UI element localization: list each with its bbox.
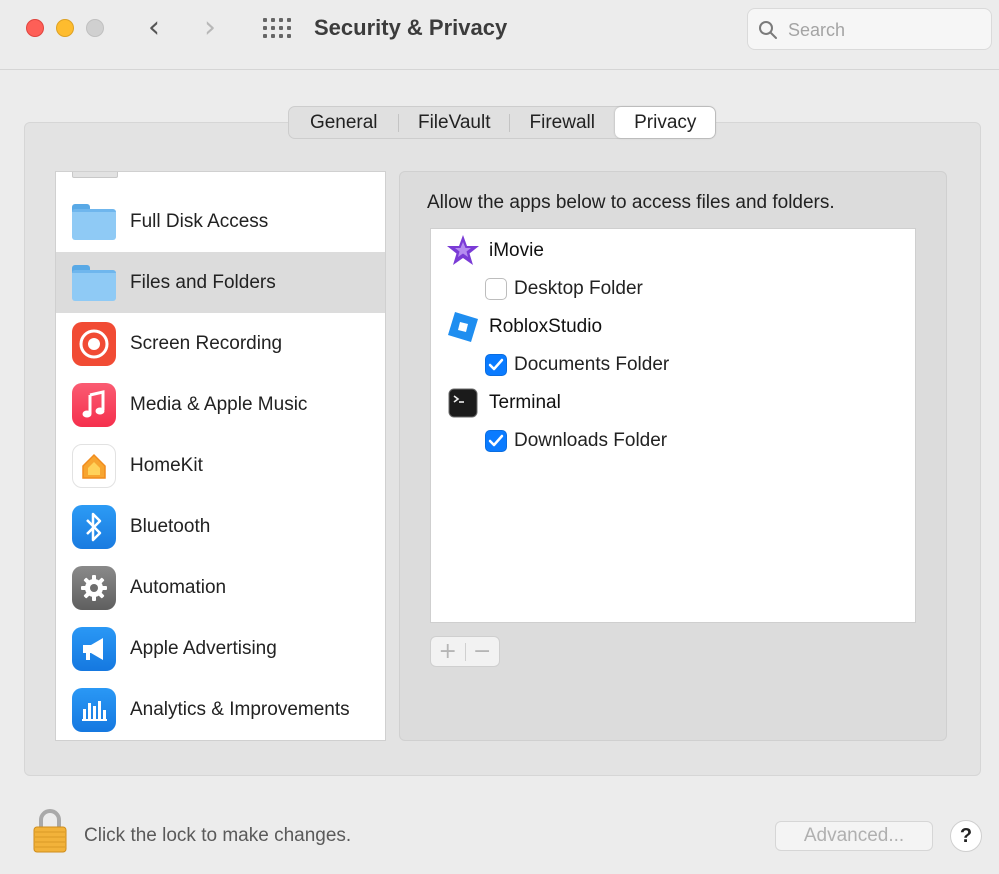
tab-general[interactable]: General	[289, 107, 398, 138]
forward-button[interactable]: ›	[204, 13, 216, 43]
sidebar-item-automation[interactable]: Automation	[56, 557, 385, 618]
show-all-grid-icon[interactable]	[263, 18, 291, 40]
privacy-category-list[interactable]: Full Disk Access Files and Folders Scree…	[55, 171, 386, 741]
sidebar-item-full-disk-access[interactable]: Full Disk Access	[56, 191, 385, 252]
sidebar-item-label: Screen Recording	[130, 332, 283, 354]
sidebar-item-label: Full Disk Access	[130, 210, 269, 232]
keyboard-icon	[72, 172, 118, 178]
sidebar-item-label: Analytics & Improvements	[130, 698, 350, 720]
sidebar-item-label: Apple Advertising	[130, 637, 277, 659]
app-row-robloxstudio[interactable]: RobloxStudio	[446, 310, 602, 344]
add-app-button[interactable]: +	[431, 637, 465, 666]
close-window-button[interactable]	[26, 19, 44, 37]
folder-permission-row[interactable]: Downloads Folder	[485, 430, 667, 452]
sidebar-item-media-apple-music[interactable]: Media & Apple Music	[56, 374, 385, 435]
folder-icon	[72, 200, 116, 244]
gear-icon	[72, 565, 116, 610]
documents-folder-checkbox[interactable]	[485, 354, 507, 376]
roblox-studio-icon	[446, 310, 480, 344]
screen-recording-icon	[72, 321, 116, 366]
music-note-icon	[72, 382, 116, 427]
sidebar-item-screen-recording[interactable]: Screen Recording	[56, 313, 385, 374]
zoom-window-button[interactable]	[86, 19, 104, 37]
app-name: iMovie	[489, 240, 544, 261]
sidebar-item-label: Media & Apple Music	[130, 393, 308, 415]
sidebar-item-label: HomeKit	[130, 454, 203, 476]
home-icon	[72, 443, 116, 488]
title-bar: ‹ › Security & Privacy	[0, 0, 999, 70]
folder-icon	[72, 261, 116, 305]
advanced-button[interactable]: Advanced...	[775, 821, 933, 851]
add-remove-control: + −	[430, 636, 500, 667]
imovie-star-icon	[446, 234, 480, 268]
app-name: RobloxStudio	[489, 316, 603, 337]
minimize-window-button[interactable]	[56, 19, 74, 37]
remove-app-button[interactable]: −	[465, 637, 499, 666]
analytics-bars-icon	[72, 687, 116, 732]
downloads-folder-checkbox[interactable]	[485, 430, 507, 452]
sidebar-item-homekit[interactable]: HomeKit	[56, 435, 385, 496]
sidebar-item-label: Automation	[130, 576, 227, 598]
folder-permission-label: Desktop Folder	[514, 278, 643, 299]
folder-permission-label: Downloads Folder	[514, 430, 668, 451]
tab-firewall[interactable]: Firewall	[510, 107, 615, 138]
search-input[interactable]	[788, 17, 983, 43]
back-button[interactable]: ‹	[148, 13, 160, 43]
sidebar-item-apple-advertising[interactable]: Apple Advertising	[56, 618, 385, 679]
folder-permission-row[interactable]: Desktop Folder	[485, 278, 643, 300]
sidebar-item-bluetooth[interactable]: Bluetooth	[56, 496, 385, 557]
checkmark-icon	[488, 434, 504, 447]
desktop-folder-checkbox[interactable]	[485, 278, 507, 300]
bluetooth-icon	[72, 504, 116, 549]
tab-privacy[interactable]: Privacy	[615, 107, 716, 138]
search-icon	[759, 21, 777, 39]
lock-icon[interactable]	[32, 808, 68, 854]
folder-permission-label: Documents Folder	[514, 354, 670, 375]
help-button[interactable]: ?	[950, 820, 982, 852]
tab-bar: General FileVault Firewall Privacy	[288, 106, 716, 139]
tab-filevault[interactable]: FileVault	[399, 107, 508, 138]
lock-status-text: Click the lock to make changes.	[84, 825, 352, 846]
window-title: Security & Privacy	[314, 15, 508, 40]
sidebar-item-analytics-improvements[interactable]: Analytics & Improvements	[56, 679, 385, 740]
app-row-imovie[interactable]: iMovie	[446, 234, 544, 268]
sidebar-item-files-and-folders[interactable]: Files and Folders	[56, 252, 385, 313]
sidebar-item-label: Files and Folders	[130, 271, 276, 293]
folder-permission-row[interactable]: Documents Folder	[485, 354, 669, 376]
sidebar-item-label: Bluetooth	[130, 515, 211, 537]
checkmark-icon	[488, 358, 504, 371]
megaphone-icon	[72, 626, 116, 671]
app-name: Terminal	[489, 392, 561, 413]
app-row-terminal[interactable]: Terminal	[446, 386, 561, 420]
search-field[interactable]	[747, 8, 992, 50]
description-text: Allow the apps below to access files and…	[427, 192, 835, 213]
terminal-icon	[446, 386, 480, 420]
